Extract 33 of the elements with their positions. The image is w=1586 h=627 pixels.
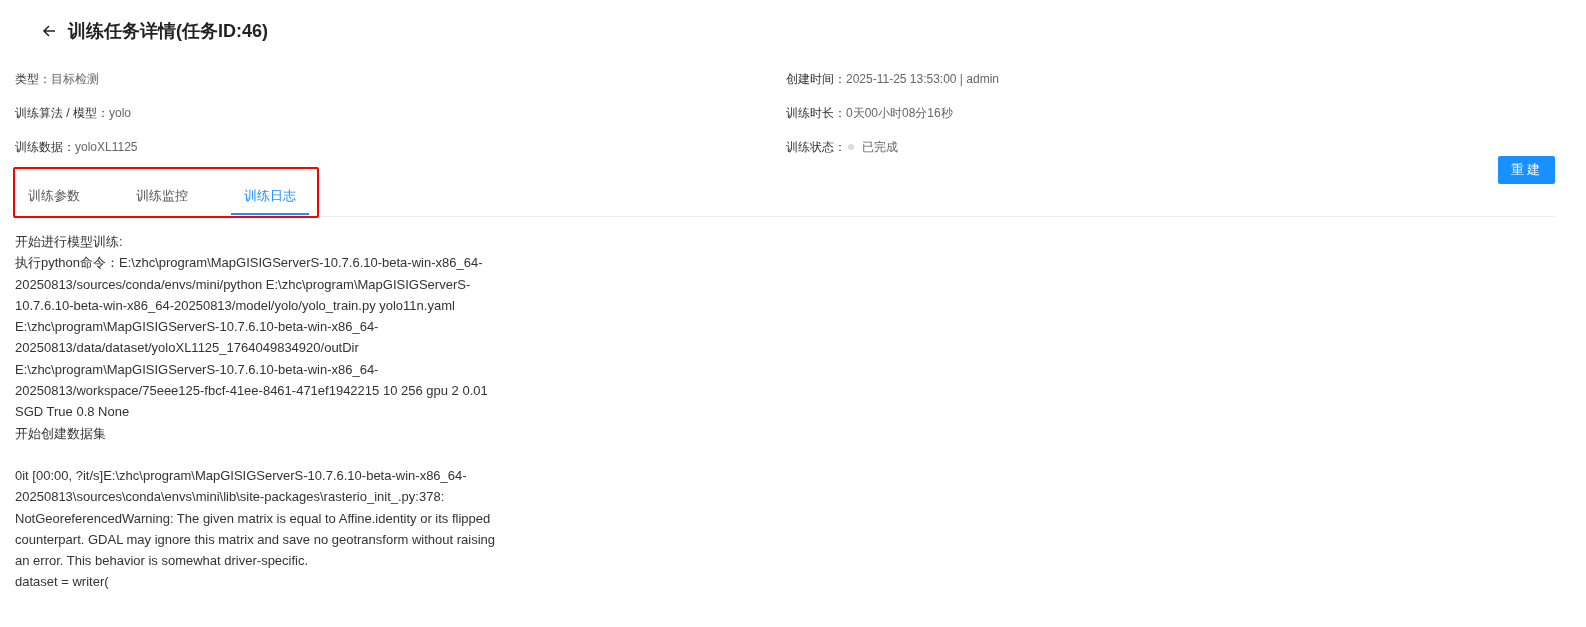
field-label: 训练时长： bbox=[786, 104, 846, 122]
field-value: 已完成 bbox=[862, 138, 898, 156]
page-title: 训练任务详情(任务ID:46) bbox=[68, 20, 268, 43]
log-line: dataset = writer( bbox=[15, 573, 110, 592]
log-line: 开始进行模型训练: bbox=[15, 233, 124, 251]
field-value: 0天00小时08分16秒 bbox=[846, 104, 953, 122]
field-value: yolo bbox=[109, 106, 132, 120]
log-line: 0it [00:00, ?it/s]E:\zhc\program\MapGISIGServerS-10.7.6.10-beta-win-x86_64- bbox=[15, 466, 468, 485]
field-value: yoloXL1125 bbox=[75, 140, 138, 154]
back-arrow-icon bbox=[42, 24, 56, 38]
field-label: 训练算法 / 模型： bbox=[15, 104, 109, 122]
tab[interactable]: 训练监控 bbox=[123, 178, 201, 215]
log-line: 开始创建数据集 bbox=[15, 424, 107, 443]
field-label: 创建时间： bbox=[786, 70, 846, 88]
log-line: an error. This behavior is somewhat driver-specific. bbox=[15, 552, 310, 571]
back-button[interactable] bbox=[42, 24, 56, 38]
log-line: NotGeoreferencedWarning: The given matrix is equal to Affine.identity or its flipped bbox=[15, 509, 492, 528]
field-label: 训练数据： bbox=[15, 138, 75, 156]
log-line: counterpart. GDAL may ignore this matrix and save no geotransform without raising bbox=[15, 530, 497, 549]
log-line: SGD True 0.8 None bbox=[15, 403, 131, 422]
field-label: 训练状态： bbox=[786, 138, 846, 156]
log-line: 20250813/sources/conda/envs/mini/python E:\zhc\program\MapGISIGServerS- bbox=[15, 275, 472, 294]
log-line: 20250813/data/dataset/yoloXL1125_1764049834920/outDir bbox=[15, 339, 360, 358]
field-value: 2025-11-25 13:53:00 | admin bbox=[846, 72, 999, 86]
log-line: E:\zhc\program\MapGISIGServerS-10.7.6.10-beta-win-x86_64- bbox=[15, 318, 380, 337]
log-line: 10.7.6.10-beta-win-x86_64-20250813/model/yolo/yolo_train.py yolo11n.yaml bbox=[15, 296, 456, 315]
tab[interactable]: 训练参数 bbox=[15, 178, 93, 215]
log-line: 20250813/workspace/75eee125-fbcf-41ee-8461-471ef1942215 10 256 gpu 2 0.01 bbox=[15, 382, 489, 401]
log-line: 20250813\sources\conda\envs\mini\lib\site-packages\rasterio_init_.py:378: bbox=[15, 488, 446, 507]
field-label: 类型： bbox=[15, 70, 51, 88]
field-value: 目标检测 bbox=[51, 70, 99, 88]
log-line: 执行python命令：E:\zhc\program\MapGISIGServerS-10.7.6.10-beta-win-x86_64- bbox=[15, 254, 484, 273]
log-line: E:\zhc\program\MapGISIGServerS-10.7.6.10-beta-win-x86_64- bbox=[15, 360, 380, 379]
